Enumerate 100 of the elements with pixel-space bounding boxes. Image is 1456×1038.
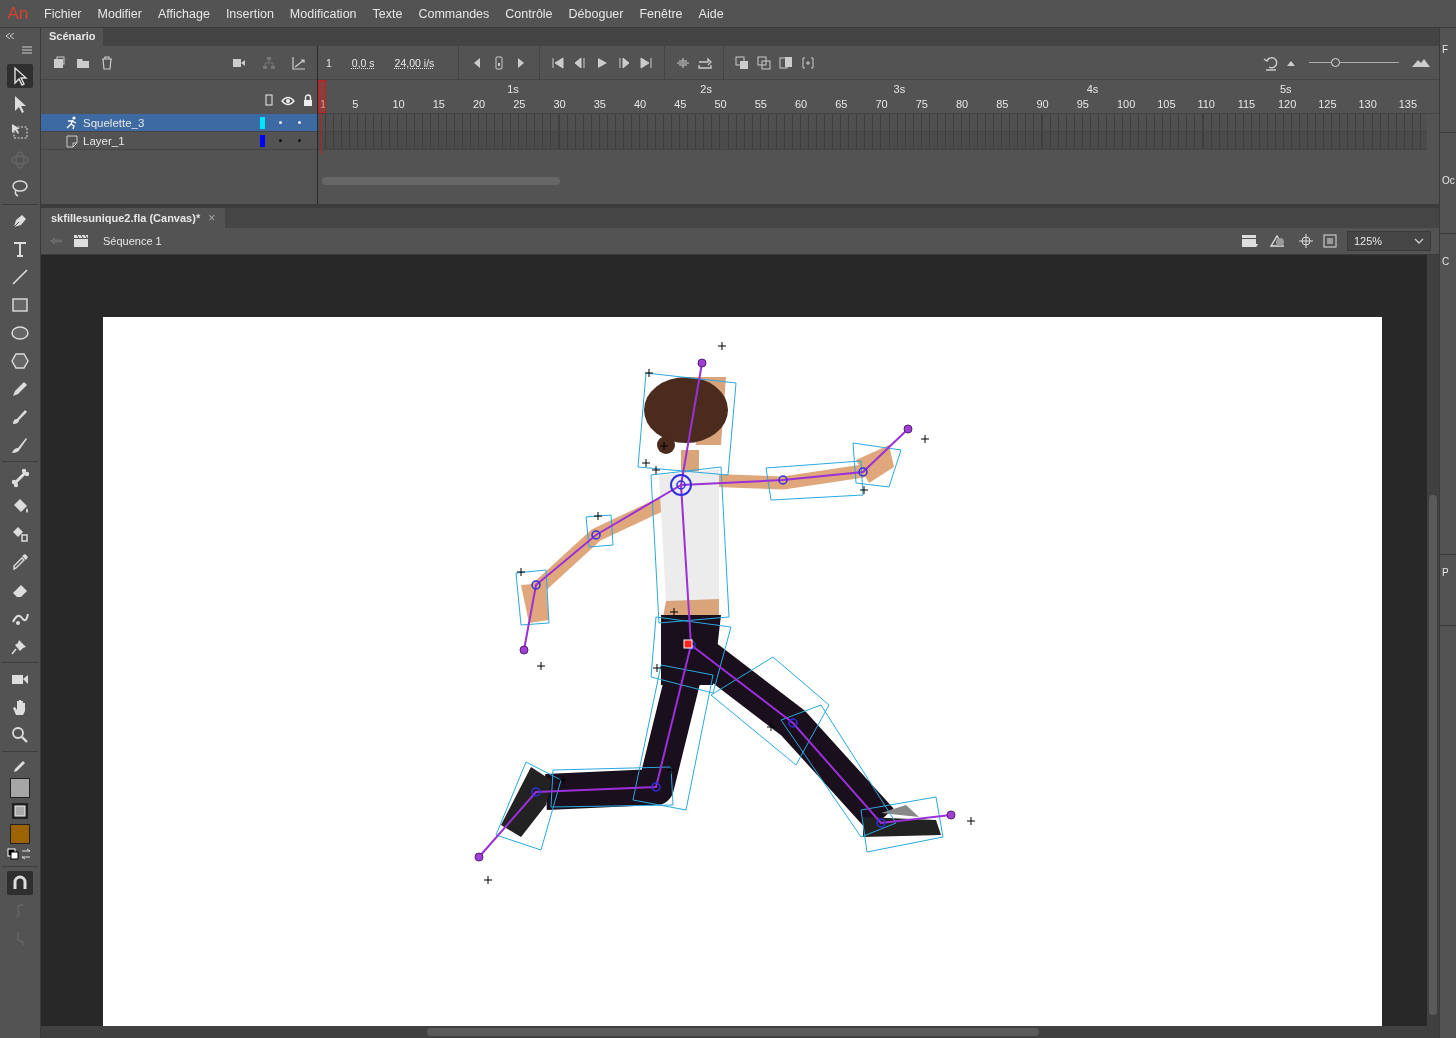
frame-number: 10 <box>392 98 405 110</box>
zoom-tool-icon <box>10 725 30 745</box>
frame-number: 120 <box>1277 98 1297 110</box>
edit-multiple-frames-icon[interactable] <box>778 54 795 71</box>
outline-icon[interactable] <box>265 94 273 106</box>
onion-outline-icon[interactable] <box>756 54 773 71</box>
center-stage-icon[interactable] <box>1299 234 1313 248</box>
scene-name[interactable]: Séquence 1 <box>103 235 162 247</box>
lasso-tool-icon <box>10 178 30 198</box>
last-frame-icon[interactable] <box>638 54 655 71</box>
clapperboard-icon <box>73 234 89 248</box>
paint-brush-tool-icon <box>10 407 30 427</box>
chevron-down-icon <box>1414 238 1424 244</box>
frame-number: 70 <box>875 98 888 110</box>
pencil-tool-icon <box>10 379 30 399</box>
menu-item[interactable]: Déboguer <box>560 6 632 21</box>
frame-number: 45 <box>674 98 687 110</box>
frame-number: 110 <box>1197 98 1215 110</box>
lock-dot[interactable] <box>298 139 301 142</box>
frame-track[interactable] <box>318 132 1427 150</box>
zoom-dropdown[interactable]: 125% <box>1347 231 1431 251</box>
timeline-tab[interactable]: Scénario <box>41 28 104 46</box>
time-readout[interactable]: 0,0 s <box>351 56 375 69</box>
lock-icon[interactable] <box>303 94 313 106</box>
menu-item[interactable]: Fenêtre <box>631 6 691 21</box>
polystar-tool-icon <box>10 351 30 371</box>
menu-item[interactable]: Fichier <box>36 6 90 21</box>
frame-number: 25 <box>513 98 526 110</box>
menu-item[interactable]: Insertion <box>217 6 282 21</box>
stroke-color-swatch[interactable] <box>10 778 30 798</box>
option-button[interactable] <box>7 871 33 895</box>
clip-icon[interactable] <box>1323 234 1337 248</box>
trash-icon[interactable] <box>99 54 115 71</box>
clapperboard-icon[interactable] <box>1241 234 1259 248</box>
fill-icon <box>11 802 29 820</box>
document-tab[interactable]: skfillesunique2.fla (Canvas)* <box>41 208 205 228</box>
brush-tool-icon <box>10 435 30 455</box>
rectangle-tool-icon <box>10 295 30 315</box>
bone-tool-icon <box>10 468 30 488</box>
line-tool-icon <box>10 267 30 287</box>
current-frame[interactable]: 1 <box>326 56 332 69</box>
new-layer-icon[interactable] <box>51 54 67 71</box>
visibility-dot[interactable] <box>279 139 282 142</box>
frame-number: 35 <box>593 98 606 110</box>
first-frame-icon[interactable] <box>550 54 567 71</box>
frame-number: 90 <box>1036 98 1049 110</box>
menu-item[interactable]: Modification <box>281 6 365 21</box>
seconds-label: 2s <box>700 83 712 95</box>
seconds-label: 5s <box>1279 83 1292 95</box>
visibility-dot[interactable] <box>279 121 282 124</box>
running-figure-icon <box>65 115 79 130</box>
stroke-pencil-icon <box>12 758 28 774</box>
panel-label[interactable]: C <box>1440 256 1450 267</box>
seconds-label: 3s <box>893 83 906 95</box>
frame-number: 105 <box>1157 98 1176 110</box>
lock-dot[interactable] <box>298 121 301 124</box>
frame-number: 30 <box>553 98 566 110</box>
frame-number: 1 <box>320 98 327 110</box>
reset-icon[interactable] <box>1263 54 1279 71</box>
large-mountain-icon[interactable] <box>1411 57 1431 68</box>
layer-row[interactable]: Layer_1 <box>41 132 317 150</box>
panel-label[interactable]: P <box>1440 567 1449 578</box>
frame-rate[interactable]: 24,00 i/s <box>394 56 435 69</box>
vertical-scrollbar[interactable] <box>1427 255 1439 1026</box>
frame-number: 60 <box>794 98 808 110</box>
onion-skin-icon[interactable] <box>734 54 751 71</box>
graph-icon[interactable] <box>291 54 307 71</box>
layer-row[interactable]: Squelette_3 <box>41 114 317 132</box>
layer-color[interactable] <box>260 134 265 147</box>
selected-tool-button[interactable] <box>7 64 33 88</box>
menu-item[interactable]: Aide <box>690 6 732 21</box>
eye-icon[interactable] <box>281 96 295 106</box>
menu-item[interactable]: Contrôle <box>497 6 561 21</box>
menu-item[interactable]: Commandes <box>410 6 498 21</box>
seconds-label: 1s <box>507 83 519 95</box>
menu-item[interactable]: Affichage <box>150 6 218 21</box>
frame-number: 5 <box>352 98 359 110</box>
layer-name: Squelette_3 <box>83 116 146 129</box>
layer-page-icon <box>65 133 79 148</box>
close-tab-button[interactable]: × <box>204 208 226 228</box>
fill-color-swatch[interactable] <box>10 824 30 844</box>
panel-label[interactable]: Oc <box>1440 175 1455 186</box>
menu-item[interactable]: Texte <box>364 6 411 21</box>
panel-label[interactable]: F <box>1440 44 1449 55</box>
horizontal-scrollbar[interactable] <box>41 1026 1439 1038</box>
frame-number: 15 <box>432 98 445 110</box>
frame-number: 50 <box>714 98 727 110</box>
oval-tool-icon <box>10 323 30 343</box>
frame-number: 20 <box>472 98 486 110</box>
menu-item[interactable]: Modifier <box>89 6 150 21</box>
frame-number: 95 <box>1076 98 1089 110</box>
collapse-icon[interactable] <box>6 33 14 39</box>
swap-colors-icon[interactable] <box>7 848 33 860</box>
frame-number: 75 <box>915 98 928 110</box>
frame-number: 85 <box>996 98 1009 110</box>
onion-markers-icon[interactable] <box>800 54 817 71</box>
frame-number: 40 <box>633 98 647 110</box>
frame-number: 100 <box>1116 98 1136 110</box>
eyedropper-tool-icon <box>10 552 30 572</box>
layer-color[interactable] <box>260 116 265 129</box>
